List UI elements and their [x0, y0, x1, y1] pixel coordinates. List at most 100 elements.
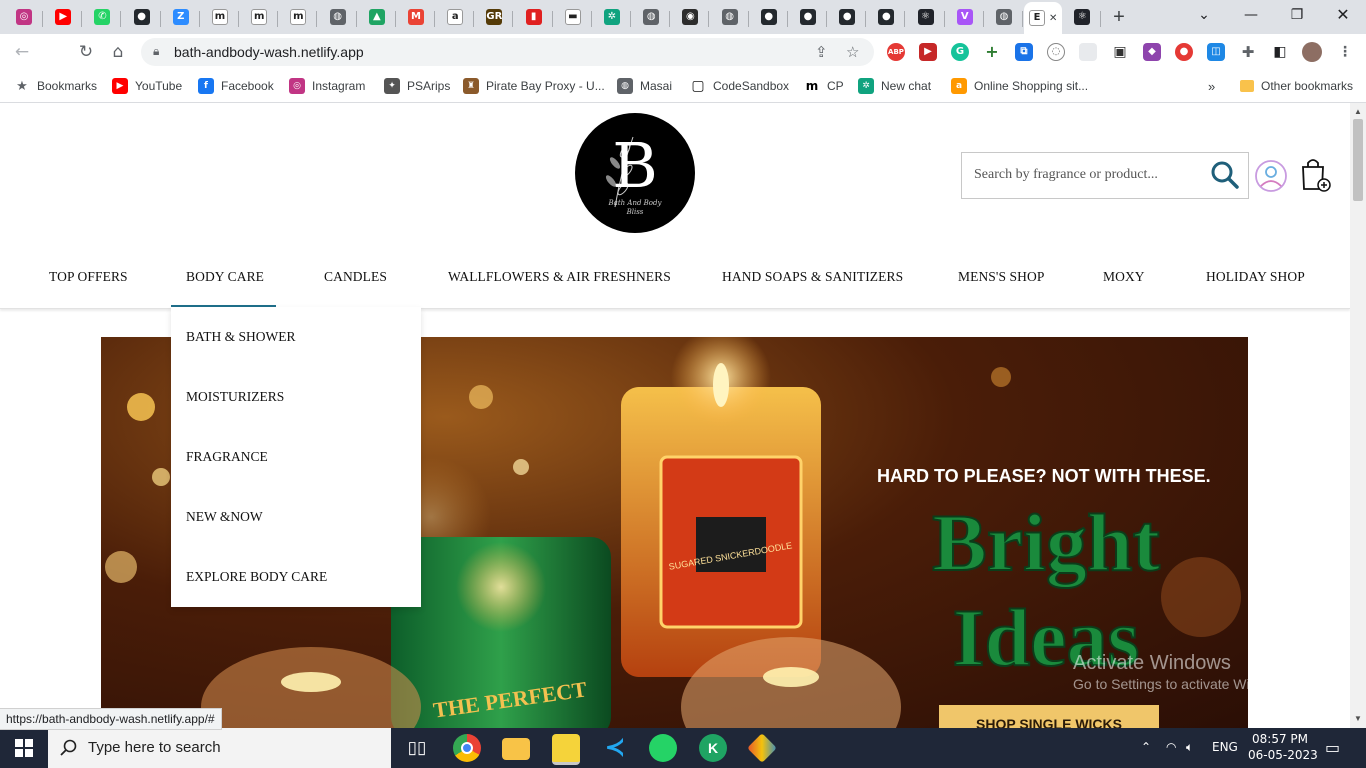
adblock-icon[interactable]: ABP	[887, 43, 905, 61]
notifications-icon[interactable]: ▭	[1325, 738, 1340, 757]
other-bookmarks[interactable]: Other bookmarks	[1240, 77, 1353, 95]
address-url[interactable]: bath-andbody-wash.netlify.app	[174, 44, 364, 60]
home-button[interactable]: ⌂	[106, 40, 130, 64]
browser-tab[interactable]: GR	[475, 4, 514, 30]
browser-tab[interactable]: ◍	[985, 4, 1023, 30]
bookmark-item[interactable]: ♜ Pirate Bay Proxy - U...	[463, 77, 605, 95]
site-search-input[interactable]	[972, 163, 1196, 187]
bookmark-item[interactable]: ◎ Instagram	[289, 77, 365, 95]
bookmark-star-icon[interactable]: ☆	[846, 43, 859, 61]
dropdown-fragrance[interactable]: FRAGRANCE	[186, 449, 268, 465]
dropdown-explore-body-care[interactable]: EXPLORE BODY CARE	[186, 569, 327, 585]
nav-top-offers[interactable]: TOP OFFERS	[49, 269, 128, 285]
browser-tab[interactable]: m	[240, 4, 279, 30]
record-extension-icon[interactable]: ●	[1175, 43, 1193, 61]
purple-extension-icon[interactable]: ◆	[1143, 43, 1161, 61]
bookmark-item[interactable]: ✦ PSArips	[384, 77, 450, 95]
close-window-button[interactable]: ✕	[1320, 0, 1366, 30]
bookmark-item[interactable]: ◍ Masai	[617, 77, 672, 95]
browser-tab[interactable]: ▲	[358, 4, 396, 30]
site-logo[interactable]: B Bath And Body Bliss	[575, 113, 695, 233]
nav-hand-soaps[interactable]: HAND SOAPS & SANITIZERS	[722, 269, 903, 285]
nav-candles[interactable]: CANDLES	[324, 269, 387, 285]
nav-wallflowers[interactable]: WALLFLOWERS & AIR FRESHNERS	[448, 269, 671, 285]
browser-tab[interactable]: m	[279, 4, 318, 30]
browser-tab[interactable]: ◉	[671, 4, 710, 30]
robot-extension-icon[interactable]: ▣	[1111, 43, 1129, 61]
dropdown-moisturizers[interactable]: MOISTURIZERS	[186, 389, 284, 405]
nav-mens-shop[interactable]: MENS'S SHOP	[958, 269, 1044, 285]
browser-tab[interactable]: ◎	[5, 4, 43, 30]
tray-chevron-icon[interactable]: ⌃	[1141, 740, 1151, 754]
address-bar[interactable]: 🔒︎ bath-andbody-wash.netlify.app ⇪ ☆	[141, 38, 874, 66]
grammarly-icon[interactable]: G	[951, 43, 969, 61]
taskbar-search[interactable]: Type here to search	[48, 728, 391, 768]
extension-circle-icon[interactable]: ◌	[1047, 43, 1065, 61]
browser-tab[interactable]: ✲	[593, 4, 631, 30]
task-view-icon[interactable]: ▯▯	[403, 734, 431, 762]
browser-tab[interactable]: ▶	[44, 4, 83, 30]
browser-tab[interactable]: V	[946, 4, 984, 30]
side-panel-icon[interactable]: ◧	[1271, 43, 1289, 61]
browser-tab[interactable]: m	[201, 4, 239, 30]
back-button[interactable]: ←	[10, 40, 34, 64]
scroll-down-arrow-icon[interactable]: ▼	[1354, 714, 1362, 723]
clock-date[interactable]: 06-05-2023	[1248, 748, 1318, 762]
new-tab-button[interactable]: +	[1108, 6, 1130, 28]
kite-icon[interactable]: K	[699, 734, 727, 762]
share-icon[interactable]: ⇪	[815, 43, 828, 61]
browser-tab[interactable]: Z	[162, 4, 200, 30]
browser-tab[interactable]: ▮	[515, 4, 553, 30]
volume-icon[interactable]: 🔈︎	[1186, 740, 1193, 755]
bookmark-item[interactable]: a Online Shopping sit...	[951, 77, 1088, 95]
blue-extension-icon[interactable]: ◫	[1207, 43, 1225, 61]
shopping-bag-icon[interactable]	[1298, 157, 1332, 193]
browser-tab[interactable]: ●	[867, 4, 906, 30]
browser-tab[interactable]: ●	[750, 4, 788, 30]
whatsapp-taskbar-icon[interactable]	[649, 734, 677, 762]
bookmark-item[interactable]: m CP	[804, 77, 844, 95]
bookmark-item[interactable]: ▶ YouTube	[112, 77, 182, 95]
vscode-icon[interactable]: ≺	[601, 734, 629, 762]
nav-moxy[interactable]: MOXY	[1103, 269, 1145, 285]
copy-extension-icon[interactable]: ⧉	[1015, 43, 1033, 61]
bookmark-item[interactable]: ✲ New chat	[858, 77, 931, 95]
user-account-icon[interactable]	[1254, 159, 1288, 193]
browser-tab[interactable]: ✆	[83, 4, 122, 30]
dropdown-new-now[interactable]: NEW &NOW	[186, 509, 263, 525]
minimize-button[interactable]: —	[1228, 0, 1274, 30]
close-tab-icon[interactable]: ✕	[1049, 13, 1057, 24]
banner-cta[interactable]: SHOP SINGLE WICKS	[976, 716, 1122, 728]
search-icon[interactable]	[1210, 160, 1240, 190]
extensions-puzzle-icon[interactable]: ✚	[1239, 43, 1257, 61]
browser-tab[interactable]: ◍	[319, 4, 357, 30]
dropdown-bath-shower[interactable]: BATH & SHOWER	[186, 329, 296, 345]
extension-grey-icon[interactable]	[1079, 43, 1097, 61]
browser-tab[interactable]: ◍	[632, 4, 671, 30]
language-indicator[interactable]: ENG	[1212, 740, 1238, 754]
nav-holiday-shop[interactable]: HOLIDAY SHOP	[1206, 269, 1305, 285]
browser-tab[interactable]: ⚛	[1063, 4, 1102, 30]
browser-tab[interactable]: ●	[789, 4, 827, 30]
restore-button[interactable]: ❐	[1274, 0, 1320, 30]
browser-tab[interactable]: ●	[828, 4, 867, 30]
nav-body-care[interactable]: BODY CARE	[186, 269, 264, 285]
tab-search-chevron-icon[interactable]: ⌄	[1181, 0, 1227, 30]
scroll-up-arrow-icon[interactable]: ▲	[1354, 107, 1362, 116]
clock-time[interactable]: 08:57 PM	[1252, 732, 1308, 746]
more-bookmarks-chevron-icon[interactable]: »	[1208, 77, 1215, 95]
browser-tab[interactable]: ⚛	[907, 4, 945, 30]
windows-start-icon[interactable]	[15, 739, 33, 757]
chrome-menu-icon[interactable]: ⋮	[1336, 43, 1354, 61]
browser-tab[interactable]: ◍	[711, 4, 749, 30]
bookmark-item[interactable]: ▢ CodeSandbox	[690, 77, 789, 95]
browser-tab[interactable]: ▬	[554, 4, 592, 30]
git-app-icon[interactable]	[747, 733, 777, 763]
browser-tab-active[interactable]: E ✕	[1024, 2, 1063, 34]
network-icon[interactable]: ◠	[1166, 740, 1176, 754]
extension-red-icon[interactable]: ▶	[919, 43, 937, 61]
scrollbar-thumb[interactable]	[1353, 119, 1363, 201]
bookmark-item[interactable]: f Facebook	[198, 77, 274, 95]
chrome-taskbar-icon[interactable]	[453, 734, 481, 762]
pinned-app-icon[interactable]	[552, 734, 580, 765]
